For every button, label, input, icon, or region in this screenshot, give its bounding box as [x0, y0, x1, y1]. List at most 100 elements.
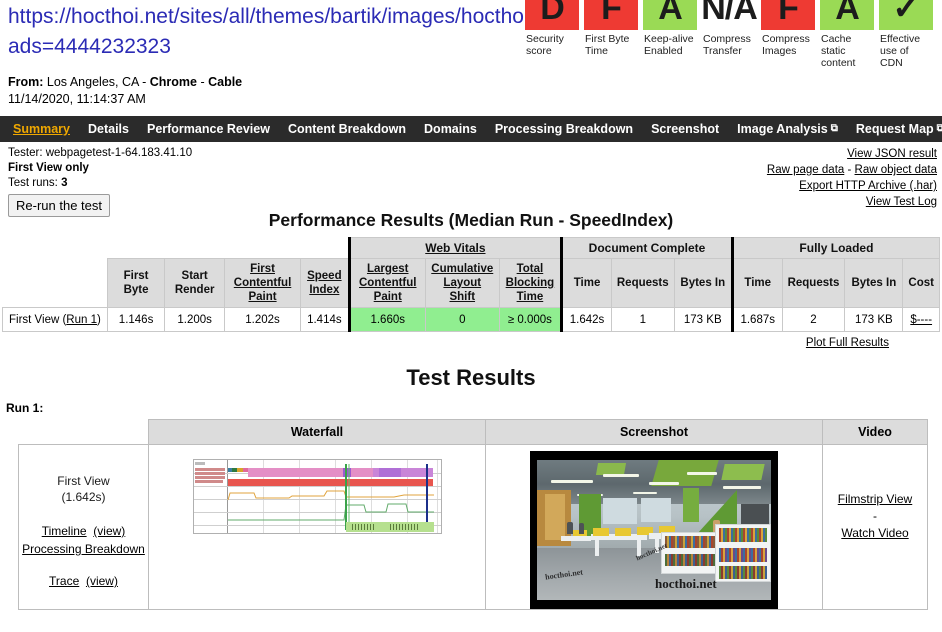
- test-meta-links: View JSON result Raw page data - Raw obj…: [767, 146, 937, 210]
- waterfall-thumbnail[interactable]: [192, 459, 442, 534]
- col-label: Speed Index: [307, 270, 342, 296]
- grade-first-byte-time[interactable]: F First Byte Time: [584, 0, 638, 69]
- column-header-row: First Byte Start Render First Contentful…: [2, 258, 940, 308]
- raw-links-separator: -: [844, 164, 855, 176]
- col-cost: Cost: [902, 258, 940, 308]
- filmstrip-view-link[interactable]: Filmstrip View: [838, 492, 912, 506]
- waterfall-cell[interactable]: [148, 444, 486, 610]
- grade-label: Security score: [526, 33, 564, 57]
- trace-link[interactable]: Trace: [49, 574, 79, 588]
- watch-video-link[interactable]: Watch Video: [841, 526, 908, 540]
- grade-label: Compress Transfer: [703, 33, 751, 57]
- grade-compress-transfer[interactable]: N/A Compress Transfer: [701, 0, 758, 69]
- cell-cost[interactable]: $----: [902, 307, 940, 332]
- col-label: Largest Contentful Paint: [359, 263, 417, 303]
- tab-processing-breakdown[interactable]: Processing Breakdown: [486, 122, 642, 136]
- view-json-result-link[interactable]: View JSON result: [847, 148, 937, 160]
- col-speed-index[interactable]: Speed Index: [300, 258, 350, 308]
- col-label: Bytes In: [680, 277, 726, 289]
- tab-image-analysis[interactable]: Image Analysis ⧉: [728, 122, 847, 136]
- grade-effective-use-of-cdn[interactable]: ✓ Effective use of CDN: [879, 0, 933, 69]
- tab-request-map[interactable]: Request Map ⧉: [847, 122, 942, 136]
- grade-letter: A: [820, 0, 874, 30]
- col-start-render: Start Render: [164, 258, 225, 308]
- col-label: Requests: [616, 277, 669, 289]
- blank-corner: [300, 237, 350, 259]
- video-links: Filmstrip View - Watch Video: [824, 491, 926, 542]
- test-runs-label: Test runs:: [8, 177, 58, 189]
- col-label: Total Blocking Time: [505, 263, 555, 303]
- plot-full-results-link[interactable]: Plot Full Results: [806, 337, 889, 349]
- col-fl-time: Time: [731, 258, 783, 308]
- group-label: Document Complete: [588, 241, 706, 255]
- group-label[interactable]: Web Vitals: [425, 241, 485, 255]
- tested-url-line1: https://hocthoi.net/sites/all/themes/bar…: [8, 5, 528, 28]
- rerun-test-button[interactable]: Re-run the test: [8, 194, 110, 217]
- run-1-link[interactable]: Run 1: [66, 314, 97, 326]
- tab-label: Performance Review: [146, 122, 270, 136]
- grade-letter: D: [525, 0, 579, 30]
- from-connection: Cable: [208, 75, 243, 89]
- from-sep-1: -: [138, 75, 150, 89]
- tab-label: Processing Breakdown: [494, 122, 634, 136]
- from-browser: Chrome: [149, 75, 197, 89]
- col-dc-requests: Requests: [610, 258, 675, 308]
- tab-label: Domains: [424, 122, 477, 136]
- col-total-blocking-time[interactable]: Total Blocking Time: [498, 258, 564, 308]
- run-label: Run 1:: [6, 401, 44, 415]
- tab-domains[interactable]: Domains: [415, 122, 486, 136]
- col-label: Requests: [787, 277, 840, 289]
- grade-label: Effective use of CDN: [880, 33, 921, 69]
- plot-full-results-row: Plot Full Results: [53, 332, 889, 349]
- col-label: Cost: [908, 277, 934, 289]
- group-fully-loaded: Fully Loaded: [731, 237, 941, 259]
- tab-screenshot[interactable]: Screenshot: [642, 122, 728, 136]
- cell-fl-requests: 2: [781, 307, 846, 332]
- performance-results-table: Web Vitals Document Complete Fully Loade…: [2, 237, 941, 332]
- library-interior-photo: hocthoi.net hocthoi.net hocthoi.net: [537, 460, 771, 600]
- tab-summary[interactable]: Summary: [4, 122, 79, 136]
- tab-label: Request Map: [855, 122, 934, 136]
- row-label-first-view: First View (Run 1): [2, 307, 108, 332]
- performance-table-wrap: Web Vitals Document Complete Fully Loade…: [0, 237, 942, 349]
- grade-compress-images[interactable]: F Compress Images: [761, 0, 815, 69]
- col-label: Cumulative Layout Shift: [431, 263, 494, 303]
- grade-badges: D Security score F First Byte Time A Kee…: [525, 0, 940, 69]
- cell-fl-bytes-in: 173 KB: [844, 307, 904, 332]
- tab-performance-review[interactable]: Performance Review: [138, 122, 279, 136]
- cost-link[interactable]: $----: [910, 314, 932, 326]
- col-largest-contentful-paint[interactable]: Largest Contentful Paint: [347, 258, 426, 308]
- tab-content-breakdown[interactable]: Content Breakdown: [279, 122, 415, 136]
- view-test-log-link[interactable]: View Test Log: [866, 196, 937, 208]
- cell-first-byte: 1.146s: [106, 307, 166, 332]
- export-har-link[interactable]: Export HTTP Archive (.har): [799, 180, 937, 192]
- tab-details[interactable]: Details: [79, 122, 138, 136]
- trace-view-link[interactable]: (view): [86, 574, 118, 588]
- grade-cache-static-content[interactable]: A Cache static content: [820, 0, 874, 69]
- cell-largest-contentful-paint: 1.660s: [347, 307, 426, 332]
- from-label: From:: [8, 75, 44, 89]
- col-first-contentful-paint[interactable]: First Contentful Paint: [223, 258, 302, 308]
- cell-speed-index: 1.414s: [300, 307, 350, 332]
- grade-keep-alive-enabled[interactable]: A Keep-alive Enabled: [643, 0, 697, 69]
- first-view-links: Timeline (view) Processing Breakdown Tra…: [20, 522, 147, 590]
- main-navigation: Summary Details Performance Review Conte…: [0, 116, 942, 142]
- grade-security-score[interactable]: D Security score: [525, 0, 579, 69]
- col-cumulative-layout-shift[interactable]: Cumulative Layout Shift: [424, 258, 500, 308]
- watermark-3: hocthoi.net: [655, 576, 717, 591]
- timeline-link[interactable]: Timeline: [42, 524, 87, 538]
- raw-page-data-link[interactable]: Raw page data: [767, 164, 844, 176]
- raw-object-data-link[interactable]: Raw object data: [855, 164, 937, 176]
- blank-corner: [18, 419, 149, 445]
- tab-label: Screenshot: [651, 122, 720, 136]
- screenshot-cell[interactable]: hocthoi.net hocthoi.net hocthoi.net: [485, 444, 823, 610]
- group-document-complete: Document Complete: [561, 237, 734, 259]
- cell-first-contentful-paint: 1.202s: [223, 307, 302, 332]
- screenshot-thumbnail[interactable]: hocthoi.net hocthoi.net hocthoi.net: [530, 451, 778, 609]
- from-sep-2: -: [196, 75, 209, 89]
- grade-label: Cache static content: [821, 33, 856, 69]
- processing-breakdown-link[interactable]: Processing Breakdown: [22, 542, 145, 556]
- blank-corner: [224, 237, 301, 259]
- timeline-view-link[interactable]: (view): [93, 524, 125, 538]
- test-location-line: From: Los Angeles, CA - Chrome - Cable: [8, 74, 934, 91]
